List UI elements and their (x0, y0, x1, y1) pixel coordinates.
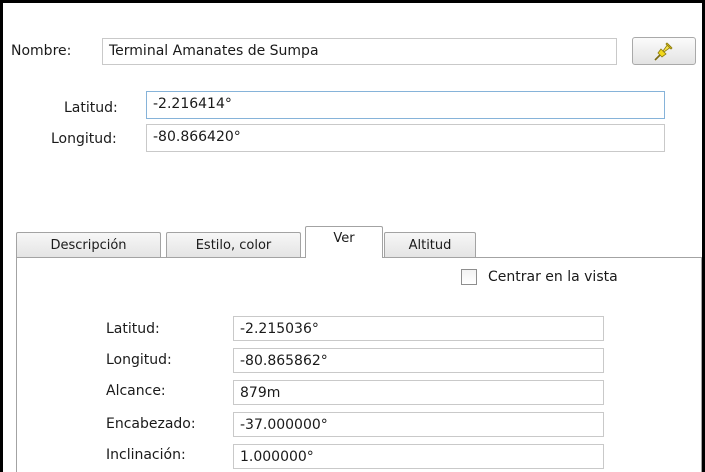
view-longitude-field[interactable]: -80.865862° (233, 348, 604, 373)
longitude-label: Longitud: (51, 131, 117, 147)
tab-altitud[interactable]: Altitud (384, 232, 476, 257)
view-heading-label: Encabezado: (106, 416, 196, 432)
view-heading-field[interactable]: -37.000000° (233, 412, 604, 437)
name-field[interactable]: Terminal Amanates de Sumpa (102, 38, 617, 65)
tab-descripcion[interactable]: Descripción (16, 232, 161, 257)
tab-ver[interactable]: Ver (305, 226, 383, 258)
view-tilt-label: Inclinación: (106, 447, 186, 463)
tab-estilo-color-label: Estilo, color (195, 237, 272, 253)
center-in-view-label: Centrar en la vista (488, 269, 618, 285)
latitude-label: Latitud: (64, 100, 118, 116)
latitude-field[interactable]: -2.216414° (146, 91, 665, 119)
placemark-icon-button[interactable] (632, 37, 696, 65)
tab-descripcion-label: Descripción (50, 237, 127, 253)
view-latitude-field[interactable]: -2.215036° (233, 316, 604, 341)
center-in-view-checkbox[interactable] (461, 269, 477, 285)
name-label: Nombre: (11, 43, 72, 59)
view-range-field[interactable]: 879m (233, 380, 604, 405)
tab-estilo-color[interactable]: Estilo, color (166, 232, 301, 257)
pushpin-icon (654, 42, 673, 61)
tab-ver-label: Ver (333, 231, 355, 246)
longitude-field[interactable]: -80.866420° (146, 124, 665, 152)
view-latitude-label: Latitud: (106, 321, 160, 337)
view-tilt-field[interactable]: 1.000000° (233, 444, 604, 469)
placemark-properties-dialog: Nombre: Terminal Amanates de Sumpa Latit… (3, 3, 702, 472)
view-longitude-label: Longitud: (106, 352, 172, 368)
tab-altitud-label: Altitud (408, 237, 452, 253)
view-range-label: Alcance: (106, 383, 166, 399)
